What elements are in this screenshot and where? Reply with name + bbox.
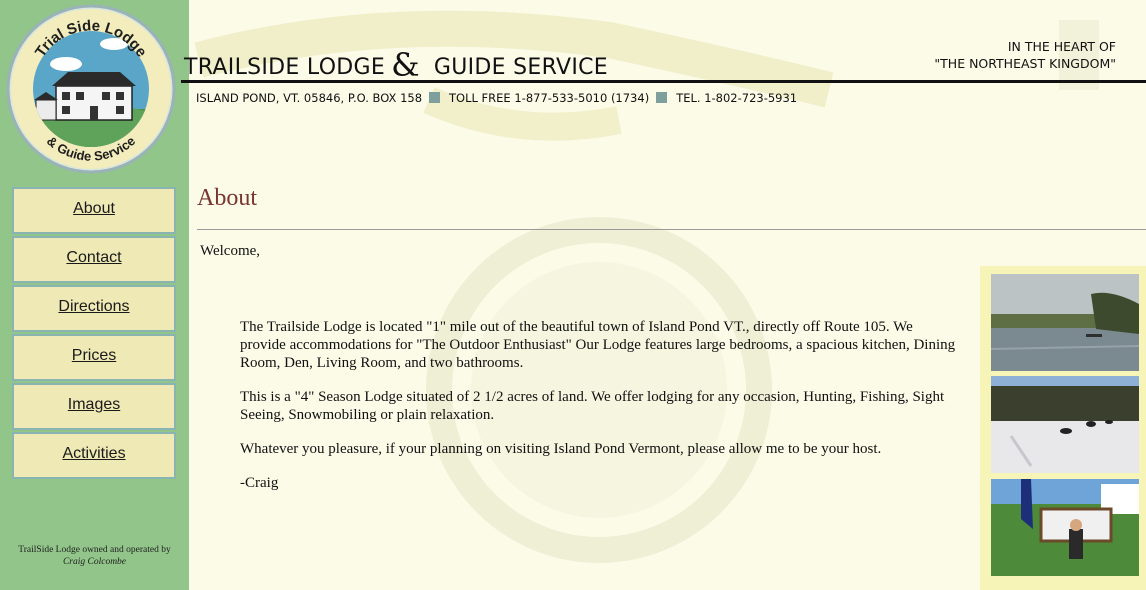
owner-credit: TrailSide Lodge owned and operated by Cr… bbox=[0, 544, 189, 568]
tagline: IN THE HEART OF "THE NORTHEAST KINGDOM" bbox=[934, 38, 1116, 72]
separator-square-icon bbox=[656, 92, 668, 103]
photo-pond-kayak[interactable] bbox=[991, 274, 1139, 371]
site-title-right: GUIDE SERVICE bbox=[433, 55, 609, 80]
paragraph-location: The Trailside Lodge is located "1" mile … bbox=[240, 319, 956, 371]
main-nav: About Contact Directions Prices Images A… bbox=[12, 187, 176, 481]
tagline-line1: IN THE HEART OF bbox=[1007, 39, 1116, 54]
welcome-text: Welcome, bbox=[200, 243, 261, 259]
contact-info: ISLAND POND, VT. 05846, P.O. BOX 158 TOLL… bbox=[196, 91, 797, 105]
nav-activities[interactable]: Activities bbox=[12, 432, 176, 479]
tagline-line2: "THE NORTHEAST KINGDOM" bbox=[934, 56, 1116, 71]
photo-lodge-sign[interactable] bbox=[991, 479, 1139, 576]
address: ISLAND POND, VT. 05846, P.O. BOX 158 bbox=[196, 91, 423, 105]
credit-line: TrailSide Lodge owned and operated by bbox=[18, 545, 171, 555]
ampersand: & bbox=[391, 46, 420, 84]
separator-square-icon bbox=[429, 92, 441, 103]
toll-free-phone: TOLL FREE 1-877-533-5010 (1734) bbox=[449, 91, 650, 105]
owner-name: Craig Colcombe bbox=[62, 557, 127, 567]
photo-column bbox=[980, 266, 1146, 590]
site-title: TRAILSIDE LODGE & GUIDE SERVICE bbox=[184, 44, 609, 84]
header-divider bbox=[181, 80, 1146, 83]
title-divider bbox=[197, 229, 1146, 230]
paragraph-invitation: Whatever you pleasure, if your planning … bbox=[240, 441, 882, 457]
lodge-logo[interactable]: Trial Side Lodge & Guide Service bbox=[6, 4, 176, 174]
photo-snowmobiles[interactable] bbox=[991, 376, 1139, 473]
sidebar: Trial Side Lodge & Guide Service About C… bbox=[0, 0, 189, 590]
paragraph-season: This is a "4" Season Lodge situated of 2… bbox=[240, 389, 945, 423]
signature: -Craig bbox=[240, 475, 279, 491]
nav-directions[interactable]: Directions bbox=[12, 285, 176, 332]
site-title-left: TRAILSIDE LODGE bbox=[184, 55, 386, 80]
page-title: About bbox=[197, 185, 257, 211]
nav-images[interactable]: Images bbox=[12, 383, 176, 430]
nav-prices[interactable]: Prices bbox=[12, 334, 176, 381]
about-body: The Trailside Lodge is located "1" mile … bbox=[240, 318, 960, 508]
nav-about[interactable]: About bbox=[12, 187, 176, 234]
nav-contact[interactable]: Contact bbox=[12, 236, 176, 283]
telephone: TEL. 1-802-723-5931 bbox=[676, 91, 798, 105]
